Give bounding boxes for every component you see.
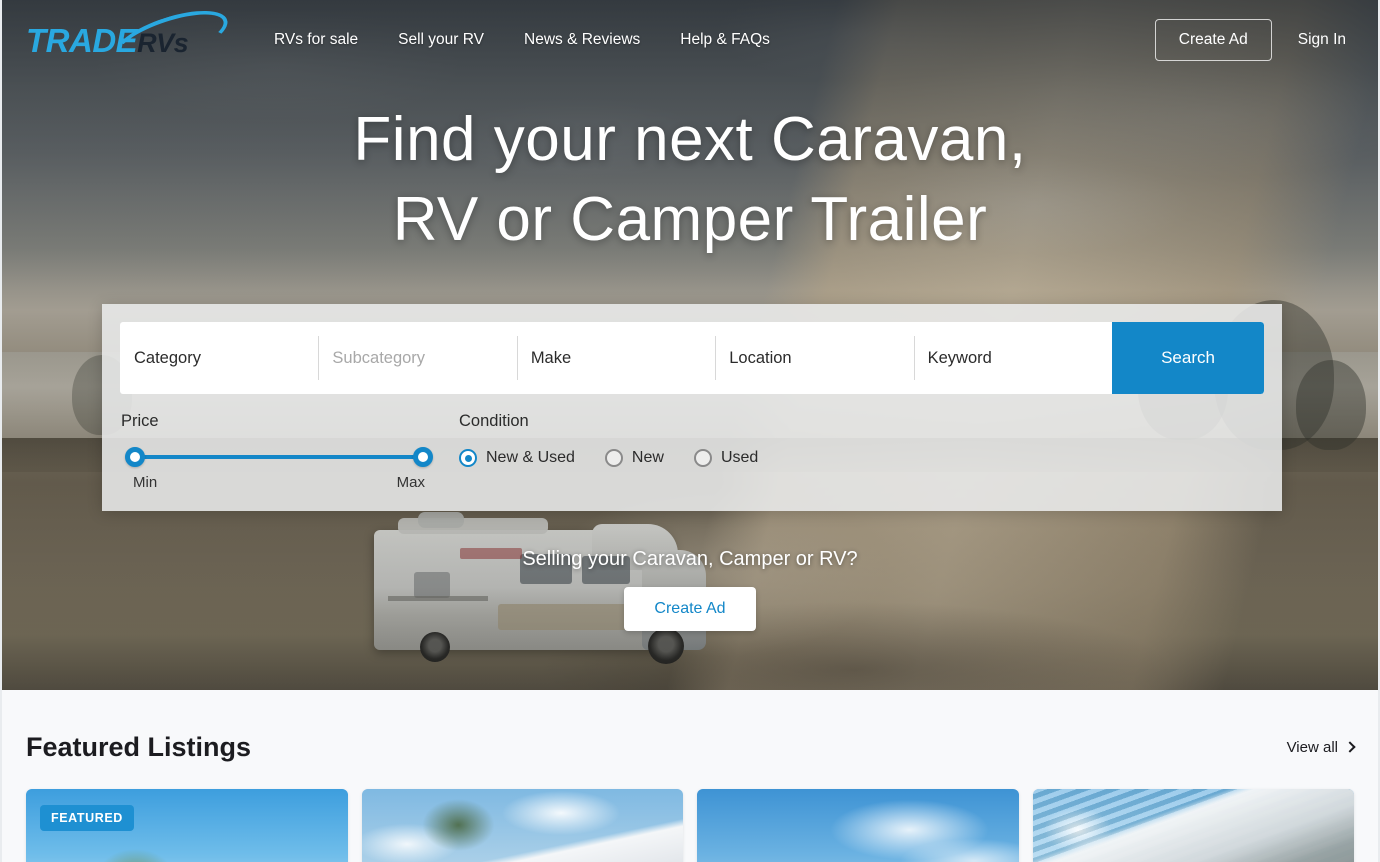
view-all-label: View all	[1286, 739, 1338, 756]
price-slider-labels: Min Max	[133, 474, 425, 491]
condition-option-new[interactable]: New	[604, 449, 664, 467]
hero-title-line-2: RV or Camper Trailer	[392, 185, 988, 254]
create-ad-button-nav[interactable]: Create Ad	[1154, 19, 1272, 61]
logo-trade-text: TRADE	[26, 22, 138, 59]
price-slider-max-handle[interactable]	[413, 447, 433, 467]
price-max-label: Max	[396, 474, 425, 491]
nav-item-rvs-for-sale[interactable]: RVs for sale	[254, 23, 378, 57]
radio-unchecked-icon[interactable]	[604, 449, 623, 467]
price-min-label: Min	[133, 474, 158, 491]
price-range-slider[interactable]	[125, 447, 433, 467]
keyword-input[interactable]: Keyword	[913, 322, 1112, 394]
chevron-right-icon	[1344, 741, 1356, 753]
top-navigation-bar: TRADERVs RVs for sale Sell your RV News …	[2, 0, 1378, 80]
radio-checked-icon[interactable]	[459, 449, 477, 467]
featured-badge: FEATURED	[40, 805, 134, 831]
price-filter: Price Min Max	[121, 412, 459, 491]
condition-option-label: New & Used	[486, 449, 575, 466]
search-filters-row: Price Min Max Condition New & Used New U…	[120, 412, 1264, 491]
listing-card-image	[361, 789, 683, 862]
condition-option-new-and-used[interactable]: New & Used	[459, 449, 575, 467]
subcategory-select[interactable]: Subcategory	[318, 322, 516, 394]
listing-card-image	[697, 789, 1019, 862]
listing-card[interactable]: FEATURED	[26, 789, 348, 862]
hero-section: TRADERVs RVs for sale Sell your RV News …	[2, 0, 1378, 690]
condition-label: Condition	[459, 412, 529, 430]
listing-card[interactable]	[1032, 789, 1354, 862]
condition-filter: Condition New & Used New Used	[459, 412, 758, 491]
featured-listings-title: Featured Listings	[26, 732, 252, 762]
logo-wordmark: TRADERVs	[26, 22, 189, 59]
condition-option-label: New	[631, 449, 664, 466]
hero-content: TRADERVs RVs for sale Sell your RV News …	[2, 0, 1378, 690]
search-button[interactable]: Search	[1112, 322, 1264, 394]
selling-cta-text: Selling your Caravan, Camper or RV?	[522, 548, 858, 570]
hero-title-line-1: Find your next Caravan,	[353, 105, 1027, 174]
search-panel: Category Subcategory Make Location Keywo…	[102, 304, 1282, 511]
location-input[interactable]: Location	[715, 322, 913, 394]
price-slider-min-handle[interactable]	[125, 447, 145, 467]
nav-item-news-reviews[interactable]: News & Reviews	[504, 23, 660, 57]
site-logo[interactable]: TRADERVs	[26, 0, 234, 77]
page-root: TRADERVs RVs for sale Sell your RV News …	[0, 0, 1380, 862]
create-ad-button-hero[interactable]: Create Ad	[624, 587, 756, 631]
sign-in-link[interactable]: Sign In	[1288, 23, 1356, 57]
selling-cta: Selling your Caravan, Camper or RV? Crea…	[2, 548, 1378, 631]
logo-rvs-text: RVs	[137, 28, 189, 58]
category-select[interactable]: Category	[120, 322, 318, 394]
listing-card-image	[1032, 789, 1354, 862]
hero-title: Find your next Caravan, RV or Camper Tra…	[2, 100, 1378, 260]
condition-option-label: Used	[720, 449, 759, 466]
nav-item-sell-your-rv[interactable]: Sell your RV	[378, 23, 504, 57]
featured-cards-row: FEATURED	[26, 789, 1354, 862]
nav-item-help-faqs[interactable]: Help & FAQs	[660, 23, 790, 57]
price-slider-track	[133, 455, 425, 459]
nav-actions: Create Ad Sign In	[1154, 19, 1356, 61]
featured-header: Featured Listings View all	[26, 690, 1356, 763]
price-label: Price	[121, 412, 159, 430]
listing-card[interactable]	[697, 789, 1019, 862]
radio-unchecked-icon[interactable]	[693, 449, 712, 467]
featured-listings-section: Featured Listings View all FEATURED	[2, 690, 1378, 862]
view-all-link[interactable]: View all	[1286, 739, 1356, 756]
listing-card[interactable]	[361, 789, 683, 862]
nav-links: RVs for sale Sell your RV News & Reviews…	[254, 23, 1155, 57]
condition-radio-group: New & Used New Used	[459, 449, 758, 467]
search-fields-row: Category Subcategory Make Location Keywo…	[120, 322, 1264, 394]
condition-option-used[interactable]: Used	[693, 449, 759, 467]
make-select[interactable]: Make	[516, 322, 715, 394]
